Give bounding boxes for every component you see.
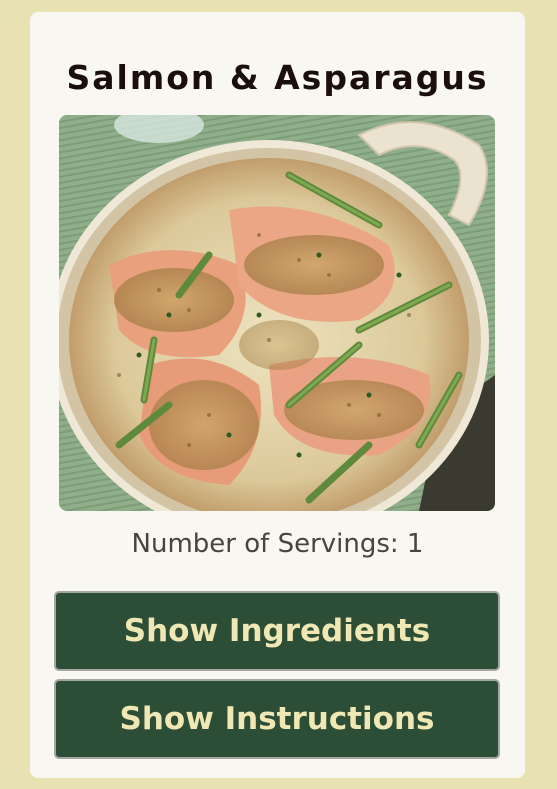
recipe-title: Salmon & Asparagus xyxy=(66,58,489,97)
show-instructions-button[interactable]: Show Instructions xyxy=(54,679,500,759)
recipe-image xyxy=(59,115,495,511)
servings-count: Number of Servings: 1 xyxy=(131,529,424,559)
show-ingredients-button[interactable]: Show Ingredients xyxy=(54,591,500,671)
recipe-card: Salmon & Asparagus Number of Servings: 1… xyxy=(30,12,525,778)
